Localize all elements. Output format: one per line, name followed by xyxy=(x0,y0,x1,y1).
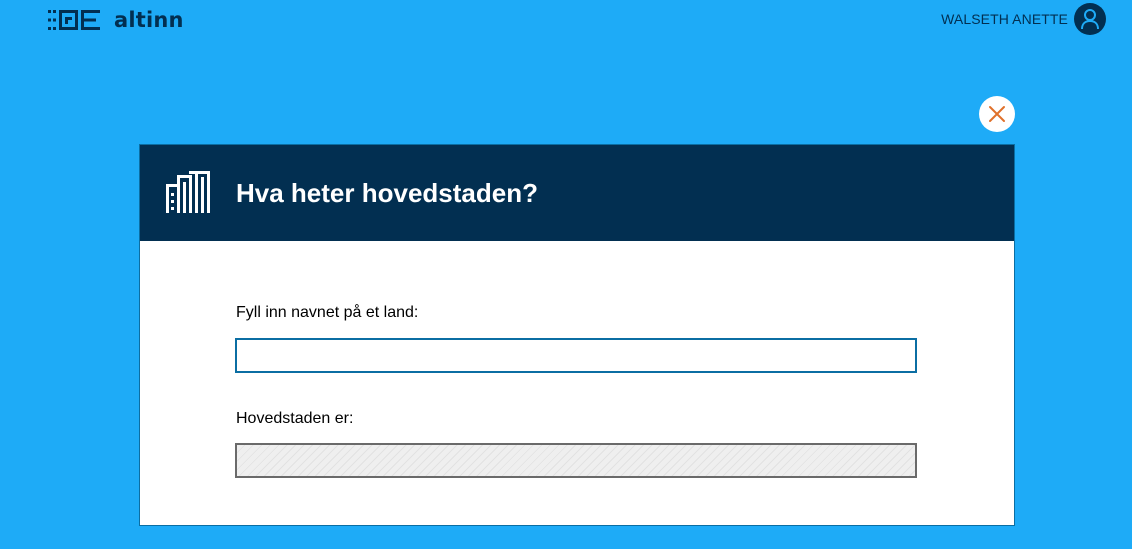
user-menu[interactable]: WALSETH ANETTE xyxy=(941,3,1106,35)
altinn-logo-icon xyxy=(48,10,100,30)
brand-name: altinn xyxy=(114,8,184,32)
altinn-logo[interactable]: altinn xyxy=(48,9,184,31)
country-input[interactable] xyxy=(235,338,917,373)
capital-label: Hovedstaden er: xyxy=(236,410,354,427)
modal-title: Hva heter hovedstaden? xyxy=(236,178,538,208)
close-button[interactable] xyxy=(979,96,1015,132)
user-name: WALSETH ANETTE xyxy=(941,11,1068,27)
modal-dialog: Hva heter hovedstaden? Fyll inn navnet p… xyxy=(139,144,1015,526)
user-avatar-icon[interactable] xyxy=(1074,3,1106,35)
capital-output-field xyxy=(235,443,917,478)
close-icon xyxy=(989,106,1005,122)
country-label: Fyll inn navnet på et land: xyxy=(236,304,419,321)
building-icon xyxy=(166,171,210,213)
top-bar: altinn WALSETH ANETTE xyxy=(0,0,1132,40)
modal-header: Hva heter hovedstaden? xyxy=(140,145,1014,241)
